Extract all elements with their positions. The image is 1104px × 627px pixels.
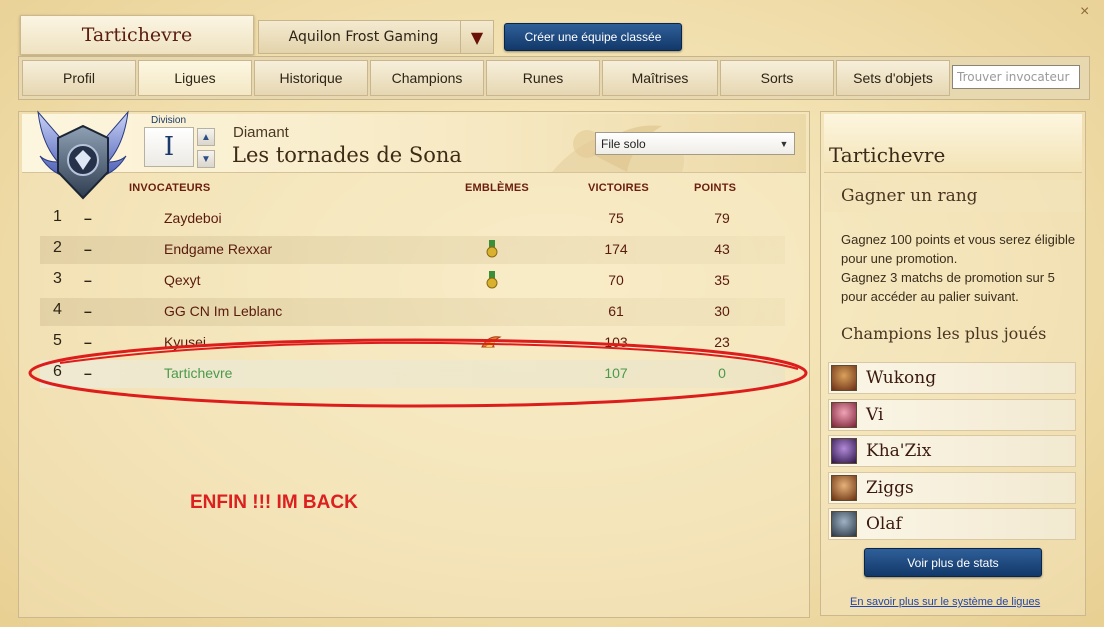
table-row[interactable]: 2 – Endgame Rexxar 174 43 <box>40 236 785 264</box>
row-trend: – <box>84 210 92 226</box>
division-up-button[interactable]: ▲ <box>197 128 215 146</box>
tab-runes[interactable]: Runes <box>486 60 600 96</box>
league-system-link[interactable]: En savoir plus sur le système de ligues <box>850 596 1040 608</box>
champion-name: Ziggs <box>866 478 914 498</box>
row-wins: 174 <box>604 241 628 257</box>
create-ranked-team-button[interactable]: Créer une équipe classée <box>504 23 682 51</box>
champion-item[interactable]: Wukong <box>828 362 1076 394</box>
champion-name: Kha'Zix <box>866 441 932 461</box>
profile-nav-bar: Profil Ligues Historique Champions Runes… <box>18 56 1090 100</box>
medal-icon <box>486 271 498 289</box>
queue-dropdown-value: File solo <box>601 136 646 151</box>
summoner-name-tab[interactable]: Tartichevre <box>20 15 254 55</box>
team-dropdown-value: Aquilon Frost Gaming <box>288 29 439 45</box>
row-trend: – <box>84 241 92 257</box>
row-rank: 1 <box>53 208 62 225</box>
table-row[interactable]: 1 – Zaydeboi 75 79 <box>40 205 785 233</box>
diamond-tier-emblem <box>37 110 129 200</box>
champion-portrait <box>831 365 857 391</box>
row-trend: – <box>84 303 92 319</box>
annotation-text: ENFIN !!! IM BACK <box>190 492 358 513</box>
row-points: 35 <box>714 272 730 288</box>
queue-dropdown[interactable]: File solo ▼ <box>595 132 795 155</box>
row-summoner-name[interactable]: Endgame Rexxar <box>164 241 272 257</box>
row-wins: 75 <box>608 210 624 226</box>
row-wins: 61 <box>608 303 624 319</box>
division-value: I <box>144 127 194 167</box>
summoner-search-input[interactable] <box>952 65 1080 89</box>
tab-sets-objets[interactable]: Sets d'objets <box>836 60 950 96</box>
tab-profil[interactable]: Profil <box>22 60 136 96</box>
row-wins: 70 <box>608 272 624 288</box>
medal-icon <box>486 240 498 258</box>
champion-item[interactable]: Ziggs <box>828 472 1076 504</box>
tab-ligues[interactable]: Ligues <box>138 60 252 96</box>
row-points: 30 <box>714 303 730 319</box>
chevron-up-icon: ▲ <box>201 131 211 143</box>
champion-portrait <box>831 511 857 537</box>
division-down-button[interactable]: ▼ <box>197 150 215 168</box>
row-summoner-name[interactable]: Qexyt <box>164 272 201 288</box>
division-label: Division <box>151 115 187 126</box>
annotation-ellipse <box>28 338 808 408</box>
row-trend: – <box>84 272 92 288</box>
rank-description: Gagnez 100 points et vous serez éligible… <box>841 230 1081 306</box>
row-summoner-name[interactable]: Zaydeboi <box>164 210 222 226</box>
tab-champions[interactable]: Champions <box>370 60 484 96</box>
tab-maitrises[interactable]: Maîtrises <box>602 60 718 96</box>
more-stats-button[interactable]: Voir plus de stats <box>864 548 1042 577</box>
column-header-wins[interactable]: VICTOIRES <box>588 182 649 194</box>
champion-item[interactable]: Kha'Zix <box>828 435 1076 467</box>
rank-description-1: Gagnez 100 points et vous serez éligible… <box>841 232 1076 266</box>
column-header-points[interactable]: POINTS <box>694 182 736 194</box>
champion-portrait <box>831 438 857 464</box>
tab-historique[interactable]: Historique <box>254 60 368 96</box>
row-rank: 4 <box>53 301 62 318</box>
row-rank: 2 <box>53 239 62 256</box>
team-dropdown[interactable]: Aquilon Frost Gaming ▼ <box>258 20 494 54</box>
rank-description-2: Gagnez 3 matchs de promotion sur 5 pour … <box>841 270 1055 304</box>
row-points: 43 <box>714 241 730 257</box>
chevron-down-icon: ▼ <box>779 138 789 149</box>
tab-sorts[interactable]: Sorts <box>720 60 834 96</box>
column-header-summoners[interactable]: INVOCATEURS <box>129 182 210 194</box>
champion-portrait <box>831 475 857 501</box>
tier-name: Diamant <box>233 124 289 141</box>
row-summoner-name[interactable]: GG CN Im Leblanc <box>164 303 282 319</box>
champion-name: Olaf <box>866 514 902 534</box>
champion-name: Vi <box>866 405 884 425</box>
column-header-emblems[interactable]: EMBLÈMES <box>465 182 529 194</box>
rank-section-title: Gagner un rang <box>841 186 978 206</box>
champion-name: Wukong <box>866 368 937 388</box>
close-icon[interactable]: × <box>1080 3 1089 21</box>
league-name: Les tornades de Sona <box>232 143 462 167</box>
side-panel-title: Tartichevre <box>829 143 946 167</box>
champion-portrait <box>831 402 857 428</box>
table-row[interactable]: 4 – GG CN Im Leblanc 61 30 <box>40 298 785 326</box>
chevron-down-icon[interactable]: ▼ <box>460 21 493 53</box>
table-row[interactable]: 3 – Qexyt 70 35 <box>40 267 785 295</box>
champion-item[interactable]: Vi <box>828 399 1076 431</box>
champion-item[interactable]: Olaf <box>828 508 1076 540</box>
row-points: 79 <box>714 210 730 226</box>
row-rank: 3 <box>53 270 62 287</box>
most-played-title: Champions les plus joués <box>841 324 1047 343</box>
chevron-down-icon: ▼ <box>201 153 211 165</box>
